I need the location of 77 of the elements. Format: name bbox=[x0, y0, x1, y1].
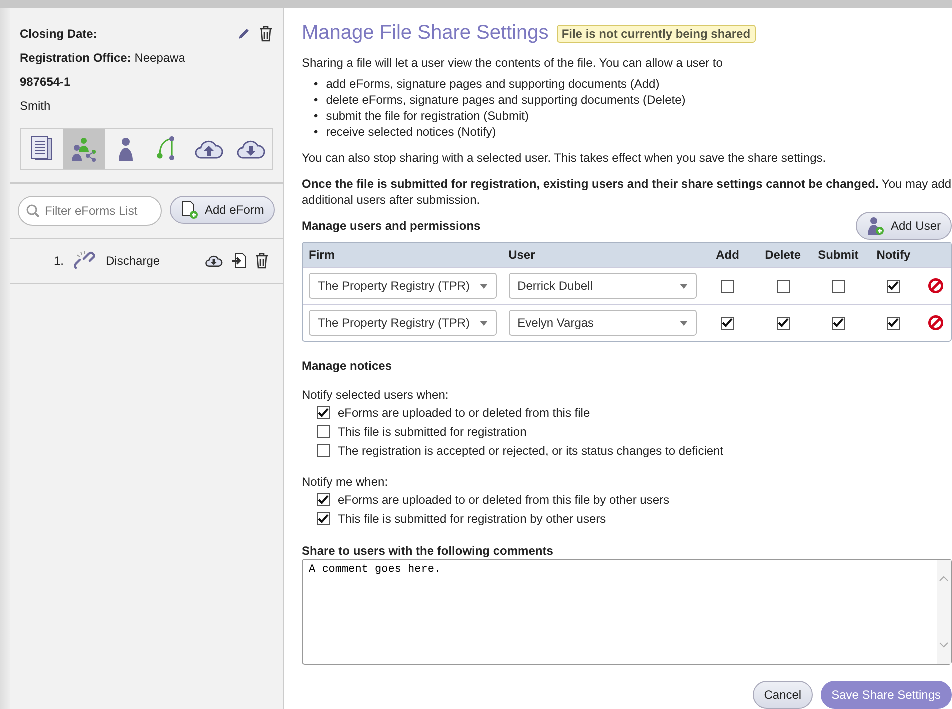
eform-number: 1. bbox=[54, 254, 64, 268]
bullet-marker: • bbox=[314, 93, 318, 107]
checkbox-label: This file is submitted for registration bbox=[338, 424, 527, 440]
checkbox[interactable] bbox=[721, 280, 734, 292]
bullet-item: submit the file for registration (Submit) bbox=[326, 109, 529, 123]
submission-note: Once the file is submitted for registration, existing users and their share settings cannot be changed. You may add additional users after submission. bbox=[302, 176, 952, 208]
intro-text: Sharing a file will let a user view the contents of the file. You can allow a user to bbox=[302, 55, 724, 71]
cancel-button[interactable]: Cancel bbox=[753, 681, 813, 709]
bullet-marker: • bbox=[314, 125, 318, 139]
broken-link-icon bbox=[72, 250, 98, 272]
client-name: Smith bbox=[20, 99, 51, 113]
column-header: Notify bbox=[876, 248, 912, 262]
add-eform-button[interactable]: Add eForm bbox=[170, 196, 276, 224]
user-dropdown[interactable]: Evelyn Vargas bbox=[508, 310, 697, 336]
remove-icon[interactable] bbox=[928, 315, 944, 331]
checkbox[interactable] bbox=[776, 280, 790, 292]
column-header: Firm bbox=[308, 248, 336, 262]
checkbox[interactable] bbox=[317, 425, 330, 438]
bullet-marker: • bbox=[314, 77, 318, 91]
add-user-button[interactable]: Add User bbox=[856, 212, 952, 240]
user-icon bbox=[118, 136, 134, 162]
cloud-download-icon[interactable] bbox=[205, 254, 223, 268]
user-dropdown[interactable]: Derrick Dubell bbox=[508, 273, 697, 299]
status-badge: File is not currently being shared bbox=[556, 24, 756, 42]
bullet-item: receive selected notices (Notify) bbox=[326, 125, 496, 139]
add-document-icon bbox=[181, 201, 199, 219]
delete-icon[interactable] bbox=[259, 26, 273, 42]
cloud-download-icon bbox=[236, 138, 266, 160]
group-label: Notify me when: bbox=[302, 474, 390, 490]
caret-icon bbox=[680, 284, 688, 288]
firm-dropdown[interactable]: The Property Registry (TPR) bbox=[309, 310, 497, 336]
users-share-icon bbox=[70, 136, 97, 162]
section-heading: Manage notices bbox=[302, 359, 394, 373]
caret-icon bbox=[480, 284, 488, 288]
bullet-marker: • bbox=[314, 109, 318, 123]
checkbox-label: eForms are uploaded to or deleted from this file bbox=[338, 404, 590, 420]
bullet-item: delete eForms, signature pages and supporting documents (Delete) bbox=[326, 93, 686, 107]
checkbox[interactable] bbox=[887, 316, 900, 330]
section-heading: Manage users and permissions bbox=[302, 219, 481, 233]
checkbox[interactable] bbox=[887, 280, 900, 292]
page-title: Manage File Share Settings bbox=[302, 22, 549, 45]
checkbox[interactable] bbox=[832, 316, 845, 330]
firm-dropdown[interactable]: The Property Registry (TPR) bbox=[309, 273, 497, 299]
add-user-icon bbox=[866, 216, 885, 236]
checkbox[interactable] bbox=[317, 493, 330, 506]
checkbox[interactable] bbox=[832, 280, 845, 292]
stop-sharing-note: You can also stop sharing with a selected user. This takes effect when you save the share settings. bbox=[302, 150, 828, 166]
caret-icon bbox=[480, 320, 488, 326]
checkbox-label: This file is submitted for registration by other users bbox=[338, 510, 606, 526]
delete-icon[interactable] bbox=[255, 253, 269, 269]
checkbox-label: The registration is accepted or rejected, or its status changes to deficient bbox=[338, 442, 724, 458]
search-icon bbox=[26, 204, 40, 218]
cloud-upload-icon bbox=[194, 138, 224, 160]
column-header: Add bbox=[715, 248, 740, 262]
checkbox[interactable] bbox=[776, 316, 790, 330]
checkbox[interactable] bbox=[317, 512, 330, 525]
checkbox[interactable] bbox=[317, 406, 330, 419]
filter-field[interactable]: Filter eForms List bbox=[18, 196, 162, 226]
document-icon bbox=[30, 136, 54, 162]
edit-icon[interactable] bbox=[237, 27, 251, 41]
column-header: Submit bbox=[817, 248, 860, 262]
bullet-item: add eForms, signature pages and supporting documents (Add) bbox=[326, 77, 660, 91]
remove-icon[interactable] bbox=[928, 278, 944, 294]
toolbar-button[interactable] bbox=[62, 129, 105, 169]
checkbox[interactable] bbox=[317, 444, 330, 457]
checkbox-label: eForms are uploaded to or deleted from this file by other users bbox=[338, 492, 670, 508]
eform-name[interactable]: Discharge bbox=[106, 254, 197, 268]
comments-label: Share to users with the following comments bbox=[302, 544, 554, 558]
caret-icon bbox=[680, 320, 688, 326]
column-header: User bbox=[508, 248, 536, 262]
file-number: 987654-1 bbox=[20, 75, 71, 89]
registration-office: Registration Office: Neepawa bbox=[20, 51, 186, 65]
group-label: Notify selected users when: bbox=[302, 387, 450, 403]
export-icon[interactable] bbox=[231, 253, 247, 269]
checkbox[interactable] bbox=[721, 316, 734, 330]
closing-date-label: Closing Date: bbox=[20, 27, 98, 41]
column-header: Delete bbox=[764, 248, 802, 262]
